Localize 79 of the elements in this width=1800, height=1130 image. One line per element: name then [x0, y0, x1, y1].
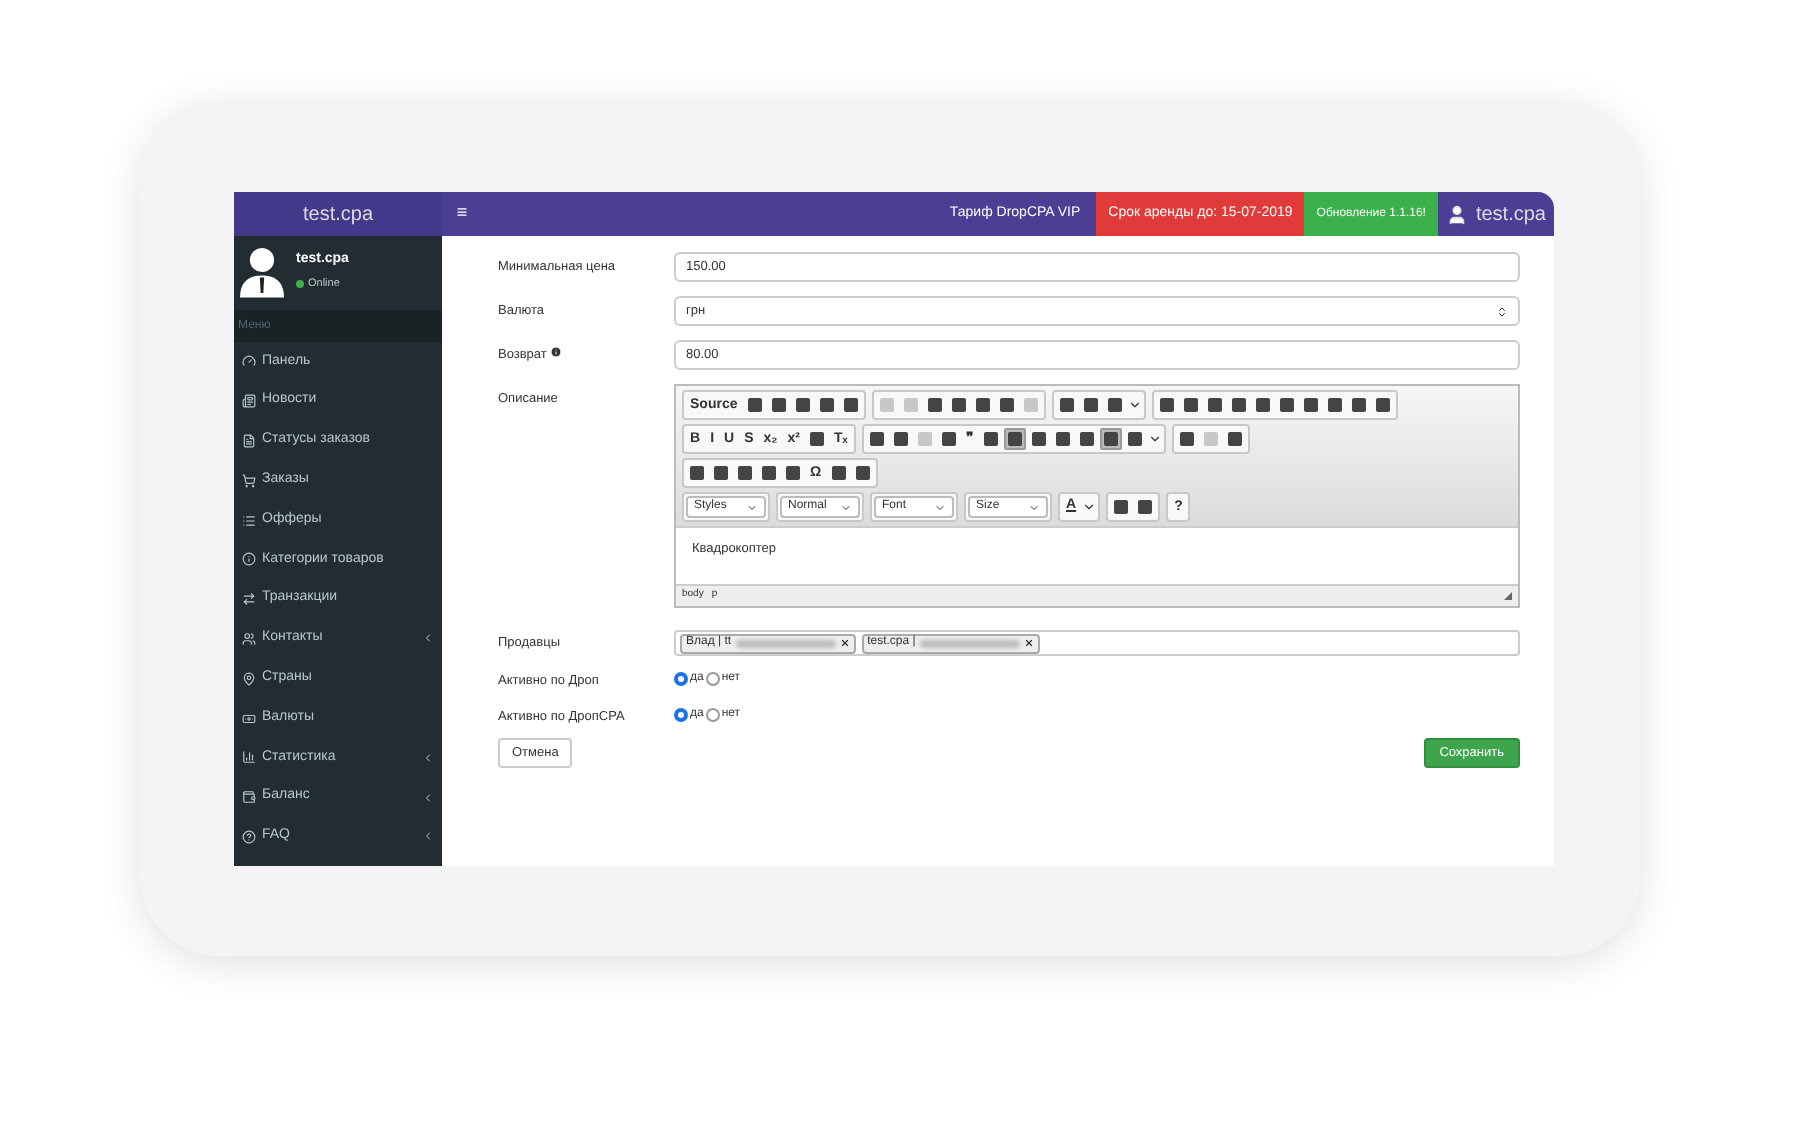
- toolbar-button[interactable]: [1123, 428, 1146, 450]
- toolbar-button[interactable]: [686, 462, 708, 484]
- toolbar-button[interactable]: [782, 462, 804, 484]
- toolbar-button[interactable]: [1223, 428, 1246, 450]
- toolbar-button[interactable]: [889, 428, 912, 450]
- toolbar-button[interactable]: [1203, 394, 1226, 416]
- toolbar-button[interactable]: [979, 428, 1002, 450]
- wallet-icon: [242, 790, 256, 805]
- toolbar-button[interactable]: [1099, 428, 1122, 450]
- list-icon: [242, 513, 256, 528]
- newspaper-icon: [242, 394, 256, 409]
- toolbar-button[interactable]: [1227, 394, 1250, 416]
- blurred-email-drawing: [919, 639, 1020, 647]
- info-icon: [242, 552, 256, 567]
- caret-icon[interactable]: [1147, 432, 1162, 446]
- blurred-email-drawing: [735, 639, 836, 647]
- toolbar-button[interactable]: [806, 428, 828, 450]
- toolbar-button[interactable]: [815, 394, 838, 416]
- toolbar-button[interactable]: [1003, 428, 1026, 450]
- chevron-icon: [422, 830, 434, 843]
- toolbar-button[interactable]: [1027, 428, 1050, 450]
- toolbar-button[interactable]: [1299, 394, 1322, 416]
- toolbar-button[interactable]: [758, 462, 780, 484]
- gauge-icon: [242, 354, 256, 369]
- toolbar-button[interactable]: [1155, 394, 1178, 416]
- toolbar-button[interactable]: [923, 394, 946, 416]
- toolbar-button[interactable]: [1275, 394, 1298, 416]
- toolbar-button[interactable]: [743, 394, 766, 416]
- caret-icon: [746, 501, 758, 513]
- toolbar-button[interactable]: [937, 428, 960, 450]
- user-silhouette-icon: [240, 244, 284, 298]
- chevron-icon: [422, 791, 434, 804]
- toolbar-button[interactable]: [865, 428, 888, 450]
- toolbar-button[interactable]: [767, 394, 790, 416]
- toolbar-button[interactable]: [1110, 496, 1133, 518]
- toolbar-button[interactable]: [971, 394, 994, 416]
- toolbar-button[interactable]: [839, 394, 862, 416]
- user-icon: [1445, 203, 1468, 225]
- close-icon[interactable]: [839, 638, 850, 648]
- chevron-icon: [422, 632, 434, 645]
- document-icon: [242, 433, 256, 448]
- map-pin-icon: [242, 671, 256, 686]
- toolbar-button[interactable]: [1134, 496, 1157, 518]
- users-icon: [242, 631, 256, 646]
- arrows-icon: [242, 592, 256, 607]
- caret-icon: [840, 501, 852, 513]
- banknote-icon: [242, 711, 256, 726]
- toolbar-button[interactable]: [1175, 428, 1198, 450]
- toolbar-button[interactable]: [1251, 394, 1274, 416]
- bar-chart-icon: [242, 750, 256, 765]
- chevron-icon: [422, 751, 434, 764]
- toolbar-button[interactable]: [1179, 394, 1202, 416]
- caret-icon: [1028, 501, 1040, 513]
- logo[interactable]: test.cpa: [234, 192, 442, 236]
- caret-icon: [934, 501, 946, 513]
- info-icon: [550, 346, 563, 358]
- toolbar-button[interactable]: [995, 394, 1018, 416]
- caret-icon[interactable]: [1127, 398, 1142, 412]
- toolbar-button[interactable]: [827, 462, 850, 484]
- toolbar-button[interactable]: [791, 394, 814, 416]
- toolbar-button[interactable]: [1051, 428, 1074, 450]
- resize-handle-icon[interactable]: [1504, 592, 1512, 600]
- toolbar-icon: [810, 432, 824, 446]
- toolbar-button[interactable]: [851, 462, 874, 484]
- toolbar-button[interactable]: [1323, 394, 1346, 416]
- close-icon[interactable]: [1023, 638, 1034, 648]
- toolbar-button[interactable]: [947, 394, 970, 416]
- toolbar-button[interactable]: [1079, 394, 1102, 416]
- caret-icon[interactable]: [1082, 500, 1097, 514]
- toolbar-button[interactable]: [1075, 428, 1098, 450]
- help-icon: [242, 829, 256, 844]
- toolbar-button[interactable]: [1103, 394, 1126, 416]
- toolbar-button[interactable]: [1055, 394, 1078, 416]
- toolbar-button[interactable]: [734, 462, 756, 484]
- toolbar-button[interactable]: [710, 462, 732, 484]
- toolbar-button[interactable]: [1347, 394, 1370, 416]
- toolbar-button[interactable]: [1371, 394, 1394, 416]
- user-menu[interactable]: test.cpa: [1437, 192, 1554, 236]
- cart-icon: [242, 473, 256, 488]
